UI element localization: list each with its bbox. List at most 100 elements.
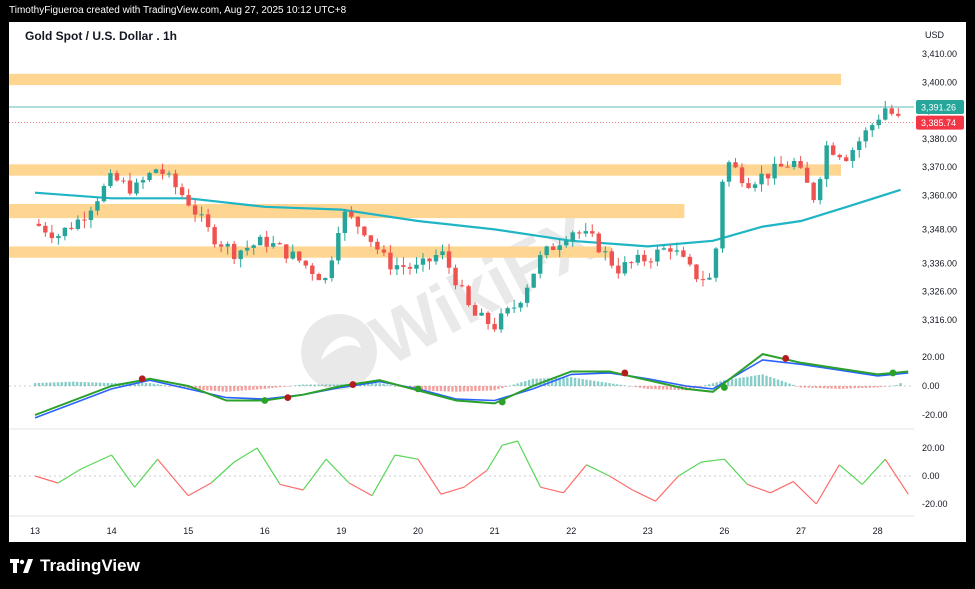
time-axis[interactable]: 13 14 15 16 19 20 21 22 23 26 27 28 <box>30 526 883 536</box>
macd-histogram-bar <box>95 382 98 386</box>
macd-histogram-bar <box>455 386 458 392</box>
oscillator-segment <box>134 458 159 488</box>
macd-histogram-bar <box>730 379 734 386</box>
macd-histogram-bar <box>209 386 213 391</box>
macd-histogram-bar <box>98 382 102 386</box>
candle-body <box>453 267 458 286</box>
oscillator-pane: 20.00 0.00 -20.00 <box>34 440 948 509</box>
oscillator-segment <box>884 458 909 495</box>
macd-histogram-bar <box>650 386 653 390</box>
candle-body <box>596 233 601 253</box>
oscillator-segment <box>210 461 235 484</box>
candle-body <box>720 181 725 249</box>
candle-body <box>479 312 484 316</box>
time-tick-label: 13 <box>30 526 40 536</box>
candle-body <box>49 232 55 239</box>
candle-body <box>231 243 237 260</box>
macd-histogram-bar <box>608 383 611 386</box>
macd-histogram-bar <box>642 386 646 389</box>
candle-body <box>642 254 647 262</box>
macd-histogram-bar <box>435 386 439 392</box>
macd-histogram-bar <box>581 379 584 386</box>
candle-body <box>238 250 243 260</box>
macd-histogram-bar <box>248 386 251 391</box>
macd-histogram-bar <box>769 377 772 386</box>
price-axis[interactable]: 3,410.003,400.003,390.003,380.003,370.00… <box>916 49 964 325</box>
macd-histogram-bar <box>861 386 864 389</box>
macd-histogram-bar <box>795 386 799 387</box>
candle-body <box>459 285 465 287</box>
candle-body <box>733 162 738 168</box>
oscillator-segment <box>371 454 396 496</box>
candle-body <box>817 179 823 201</box>
macd-histogram-bar <box>661 386 665 390</box>
macd-histogram-bar <box>734 378 738 386</box>
candle-body <box>765 173 771 179</box>
candle-body <box>726 162 732 182</box>
macd-histogram-bar <box>37 382 41 386</box>
candle-body <box>258 236 263 246</box>
candle-body <box>420 258 426 265</box>
candle-body <box>388 252 393 270</box>
candle-body <box>778 163 784 167</box>
oscillator-segment <box>792 481 817 505</box>
candle-body <box>166 173 172 175</box>
macd-histogram-bar <box>792 384 795 386</box>
macd-histogram-bar <box>317 384 320 386</box>
chart-area[interactable]: WikiFX 3,410.003,400.003,390.003,380.003… <box>9 22 966 542</box>
macd-histogram-bar <box>286 386 289 387</box>
oscillator-segment <box>861 458 886 485</box>
macd-histogram-bar <box>393 386 397 387</box>
candle-body <box>629 262 634 264</box>
macd-histogram-bar <box>56 382 60 386</box>
macd-histogram-bar <box>217 386 221 392</box>
candle-body <box>284 244 289 259</box>
oscillator-segment <box>586 464 610 477</box>
oscillator-segment <box>838 464 863 485</box>
candle-body <box>427 258 432 262</box>
brand[interactable]: TradingView <box>10 555 140 577</box>
candle-body <box>323 278 328 281</box>
macd-histogram-bar <box>615 384 619 386</box>
macd-histogram-bar <box>324 384 328 386</box>
candle-body <box>329 260 335 279</box>
macd-histogram-bar <box>849 386 852 389</box>
candle-body <box>381 249 387 253</box>
macd-histogram-bar <box>880 386 883 387</box>
macd-cross-marker <box>621 369 629 377</box>
macd-histogram-bar <box>646 386 649 389</box>
candle-body <box>485 312 491 325</box>
macd-histogram-bar <box>164 385 167 387</box>
price-tick-label: 3,326.00 <box>922 287 957 297</box>
candle-body <box>681 250 686 257</box>
macd-histogram-bar <box>566 377 569 386</box>
macd-cross-marker <box>138 375 146 383</box>
candle-body <box>616 265 621 274</box>
oscillator-segment <box>770 481 794 494</box>
candle-body <box>62 227 68 237</box>
macd-histogram-bar <box>481 386 485 391</box>
oscillator-segment <box>34 475 59 484</box>
oscillator-segment <box>111 454 136 488</box>
oscillator-segment <box>678 461 702 477</box>
candle-body <box>785 166 790 168</box>
macd-histogram-bar <box>41 382 44 386</box>
candle-body <box>368 235 374 242</box>
oscillator-segment <box>463 469 488 488</box>
macd-histogram-bar <box>221 386 224 392</box>
price-tick-label: 3,400.00 <box>922 77 957 87</box>
macd-histogram-bar <box>470 386 473 392</box>
macd-cross-marker <box>889 369 897 377</box>
macd-histogram-bar <box>206 386 209 391</box>
candle-body <box>896 113 901 116</box>
macd-histogram-bar <box>757 374 761 386</box>
macd-histogram-bar <box>75 381 79 386</box>
candle-body <box>316 274 322 281</box>
candle-body <box>863 130 868 142</box>
chart-svg[interactable]: WikiFX 3,410.003,400.003,390.003,380.003… <box>9 22 966 542</box>
macd-histogram-bar <box>259 386 263 390</box>
candle-body <box>108 173 113 186</box>
candle-body <box>772 163 777 179</box>
candle-body <box>121 180 126 182</box>
price-tick-label: 3,336.00 <box>922 258 957 268</box>
